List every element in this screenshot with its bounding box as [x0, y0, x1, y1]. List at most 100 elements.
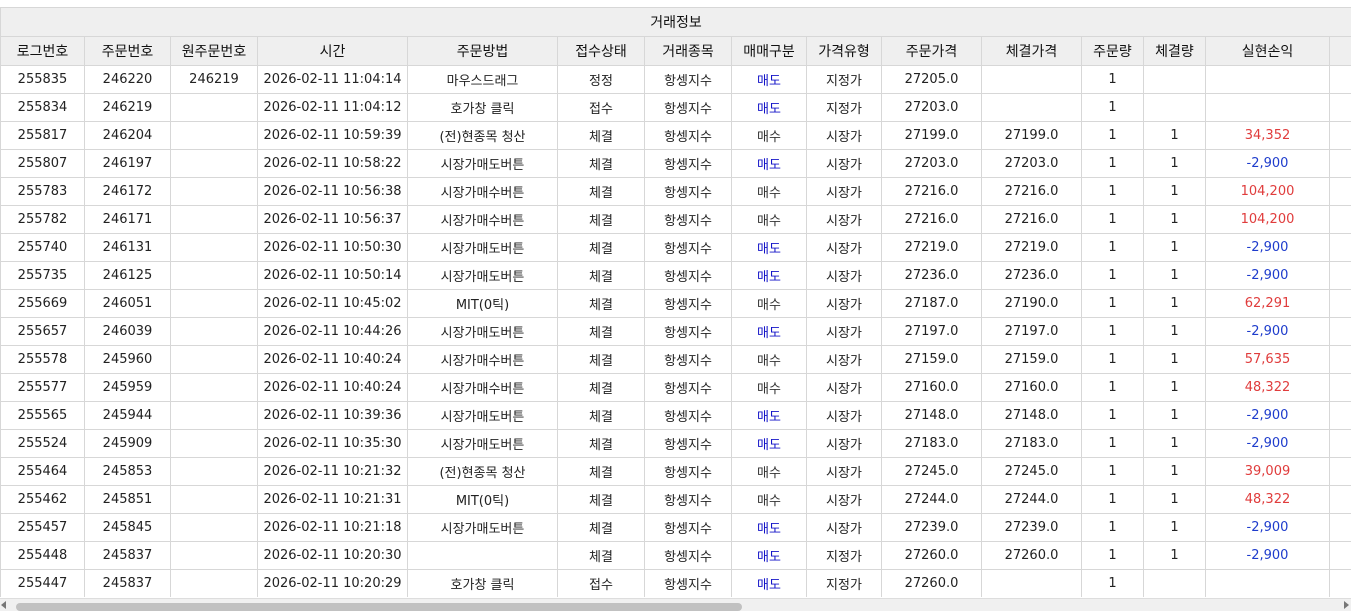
- column-header-receipt-status[interactable]: 접수상태: [558, 37, 645, 66]
- cell-order-qty: 1: [1082, 430, 1144, 458]
- cell-orig-order-no: [171, 514, 258, 542]
- column-header-orig-order-no[interactable]: 원주문번호: [171, 37, 258, 66]
- cell-fill-price: 27148.0: [982, 402, 1082, 430]
- cell-order-method: 시장가매도버튼: [408, 150, 558, 178]
- cell-orig-order-no: [171, 402, 258, 430]
- cell-order-no: 245851: [85, 486, 171, 514]
- cell-orig-order-no: [171, 94, 258, 122]
- cell-time: 2026-02-11 10:20:30: [258, 542, 408, 570]
- cell-realized-pnl: [1206, 94, 1330, 122]
- cell-order-qty: 1: [1082, 374, 1144, 402]
- cell-time: 2026-02-11 10:50:14: [258, 262, 408, 290]
- table-row[interactable]: 2554482458372026-02-11 10:20:30체결항셍지수매도지…: [1, 542, 1351, 570]
- cell-side: 매도: [732, 430, 807, 458]
- cell-order-no: 245837: [85, 570, 171, 598]
- table-row[interactable]: 2554622458512026-02-11 10:21:31MIT(0틱)체결…: [1, 486, 1351, 514]
- table-row[interactable]: 2558352462202462192026-02-11 11:04:14마우스…: [1, 66, 1351, 94]
- cell-receipt-status: 체결: [558, 206, 645, 234]
- horizontal-scrollbar[interactable]: [0, 598, 1351, 611]
- cell-order-method: 시장가매수버튼: [408, 346, 558, 374]
- cell-order-qty: 1: [1082, 542, 1144, 570]
- table-row[interactable]: 2555242459092026-02-11 10:35:30시장가매도버튼체결…: [1, 430, 1351, 458]
- trade-info-table: 거래정보 로그번호주문번호원주문번호시간주문방법접수상태거래종목매매구분가격유형…: [0, 7, 1351, 597]
- cell-fill-price: 27183.0: [982, 430, 1082, 458]
- column-header-order-price[interactable]: 주문가격: [882, 37, 982, 66]
- cell-side: 매도: [732, 150, 807, 178]
- cell-instrument: 항셍지수: [645, 206, 732, 234]
- table-row[interactable]: 2557402461312026-02-11 10:50:30시장가매도버튼체결…: [1, 234, 1351, 262]
- cell-realized-pnl: -2,900: [1206, 514, 1330, 542]
- cell-instrument: 항셍지수: [645, 122, 732, 150]
- cell-order-price: 27216.0: [882, 178, 982, 206]
- cell-receipt-status: 체결: [558, 234, 645, 262]
- column-header-side[interactable]: 매매구분: [732, 37, 807, 66]
- cell-order-qty: 1: [1082, 570, 1144, 598]
- cell-order-method: 시장가매도버튼: [408, 514, 558, 542]
- cell-orig-order-no: [171, 206, 258, 234]
- cell-side: 매도: [732, 318, 807, 346]
- cell-order-method: 시장가매수버튼: [408, 178, 558, 206]
- column-header-extra[interactable]: [1330, 37, 1351, 66]
- cell-fill-qty: [1144, 570, 1206, 598]
- cell-receipt-status: 체결: [558, 150, 645, 178]
- cell-order-price: 27236.0: [882, 262, 982, 290]
- table-row[interactable]: 2558072461972026-02-11 10:58:22시장가매도버튼체결…: [1, 150, 1351, 178]
- cell-side: 매도: [732, 262, 807, 290]
- table-row[interactable]: 2554572458452026-02-11 10:21:18시장가매도버튼체결…: [1, 514, 1351, 542]
- cell-log-no: 255834: [1, 94, 85, 122]
- table-row[interactable]: 2557832461722026-02-11 10:56:38시장가매수버튼체결…: [1, 178, 1351, 206]
- cell-time: 2026-02-11 10:40:24: [258, 346, 408, 374]
- column-header-order-qty[interactable]: 주문량: [1082, 37, 1144, 66]
- column-header-fill-qty[interactable]: 체결량: [1144, 37, 1206, 66]
- cell-price-type: 시장가: [807, 206, 882, 234]
- cell-order-method: 시장가매수버튼: [408, 374, 558, 402]
- cell-orig-order-no: [171, 570, 258, 598]
- table-row[interactable]: 2557352461252026-02-11 10:50:14시장가매도버튼체결…: [1, 262, 1351, 290]
- column-header-order-no[interactable]: 주문번호: [85, 37, 171, 66]
- table-row[interactable]: 2555772459592026-02-11 10:40:24시장가매수버튼체결…: [1, 374, 1351, 402]
- table-row[interactable]: 2555782459602026-02-11 10:40:24시장가매수버튼체결…: [1, 346, 1351, 374]
- table-row[interactable]: 2556692460512026-02-11 10:45:02MIT(0틱)체결…: [1, 290, 1351, 318]
- cell-order-price: 27205.0: [882, 66, 982, 94]
- column-header-time[interactable]: 시간: [258, 37, 408, 66]
- column-header-price-type[interactable]: 가격유형: [807, 37, 882, 66]
- column-header-log-no[interactable]: 로그번호: [1, 37, 85, 66]
- cell-order-price: 27183.0: [882, 430, 982, 458]
- table-row[interactable]: 2557822461712026-02-11 10:56:37시장가매수버튼체결…: [1, 206, 1351, 234]
- column-header-order-method[interactable]: 주문방법: [408, 37, 558, 66]
- table-row[interactable]: 2558342462192026-02-11 11:04:12호가창 클릭접수항…: [1, 94, 1351, 122]
- cell-fill-price: 27160.0: [982, 374, 1082, 402]
- table-row[interactable]: 2558172462042026-02-11 10:59:39(전)현종목 청산…: [1, 122, 1351, 150]
- column-header-realized-pnl[interactable]: 실현손익: [1206, 37, 1330, 66]
- cell-time: 2026-02-11 10:39:36: [258, 402, 408, 430]
- cell-log-no: 255669: [1, 290, 85, 318]
- scroll-right-arrow-icon[interactable]: [1344, 601, 1349, 609]
- column-header-instrument[interactable]: 거래종목: [645, 37, 732, 66]
- cell-orig-order-no: [171, 122, 258, 150]
- cell-orig-order-no: [171, 346, 258, 374]
- cell-receipt-status: 체결: [558, 430, 645, 458]
- cell-realized-pnl: 104,200: [1206, 178, 1330, 206]
- cell-price-type: 시장가: [807, 122, 882, 150]
- cell-order-qty: 1: [1082, 458, 1144, 486]
- scroll-left-arrow-icon[interactable]: [1, 601, 6, 609]
- cell-instrument: 항셍지수: [645, 234, 732, 262]
- cell-fill-qty: 1: [1144, 542, 1206, 570]
- cell-order-method: 시장가매도버튼: [408, 234, 558, 262]
- cell-orig-order-no: [171, 458, 258, 486]
- table-row[interactable]: 2556572460392026-02-11 10:44:26시장가매도버튼체결…: [1, 318, 1351, 346]
- cell-fill-qty: 1: [1144, 122, 1206, 150]
- table-row[interactable]: 2554472458372026-02-11 10:20:29호가창 클릭접수항…: [1, 570, 1351, 598]
- cell-time: 2026-02-11 10:45:02: [258, 290, 408, 318]
- table-row[interactable]: 2555652459442026-02-11 10:39:36시장가매도버튼체결…: [1, 402, 1351, 430]
- cell-order-no: 246131: [85, 234, 171, 262]
- cell-fill-qty: 1: [1144, 458, 1206, 486]
- cell-orig-order-no: 246219: [171, 66, 258, 94]
- cell-order-qty: 1: [1082, 346, 1144, 374]
- cell-order-price: 27203.0: [882, 150, 982, 178]
- table-row[interactable]: 2554642458532026-02-11 10:21:32(전)현종목 청산…: [1, 458, 1351, 486]
- cell-extra: [1330, 234, 1351, 262]
- column-header-fill-price[interactable]: 체결가격: [982, 37, 1082, 66]
- cell-realized-pnl: -2,900: [1206, 234, 1330, 262]
- cell-order-no: 246220: [85, 66, 171, 94]
